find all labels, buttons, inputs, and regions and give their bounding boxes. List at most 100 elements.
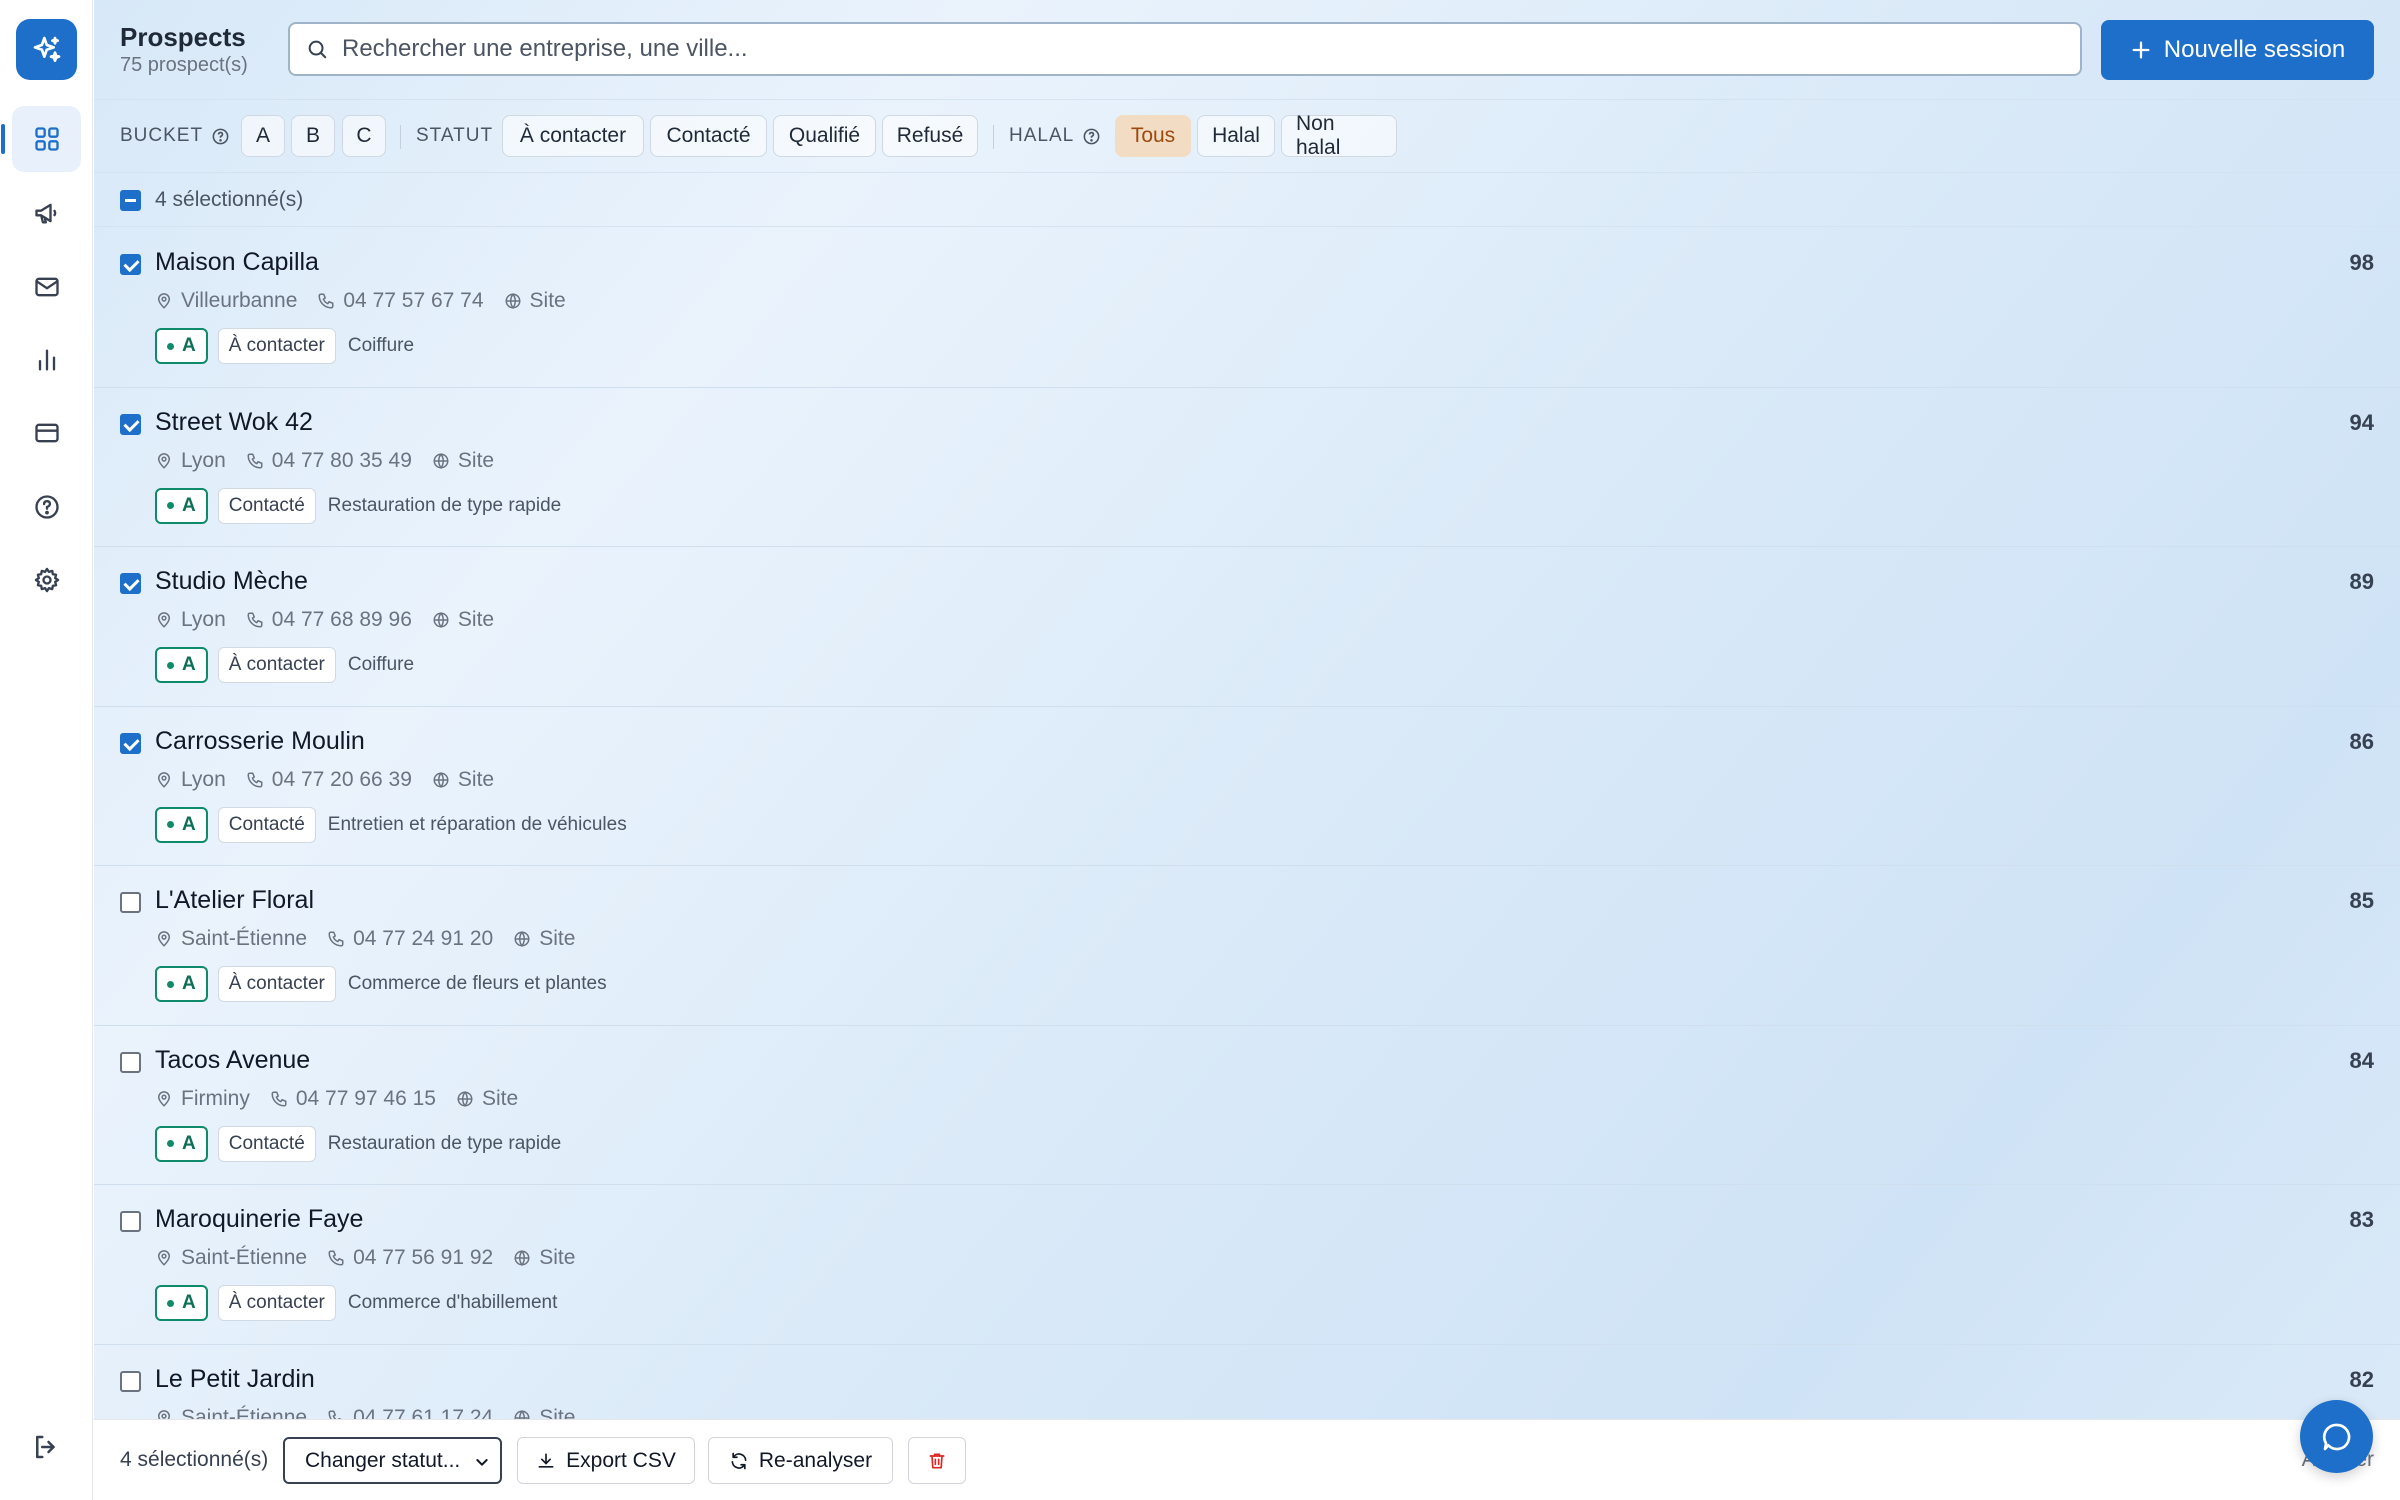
search-box[interactable] <box>288 22 2082 76</box>
nav-settings[interactable] <box>12 547 81 613</box>
help-icon[interactable] <box>1082 127 1101 146</box>
nav-analytics[interactable] <box>12 327 81 393</box>
chat-button[interactable] <box>2300 1400 2373 1473</box>
prospect-phone[interactable]: 04 77 57 67 74 <box>317 289 484 313</box>
prospect-meta: Lyon 04 77 68 89 96 Site <box>155 608 494 632</box>
city-text: Lyon <box>181 767 226 791</box>
select-all-checkbox[interactable] <box>120 190 141 211</box>
row-checkbox[interactable] <box>120 1370 141 1392</box>
row-checkbox[interactable] <box>120 573 141 594</box>
filter-bucket-b[interactable]: B <box>291 115 335 157</box>
prospect-phone[interactable]: 04 77 20 66 39 <box>246 768 412 792</box>
prospect-phone[interactable]: 04 77 68 89 96 <box>246 608 412 632</box>
filter-status-qualifie[interactable]: Qualifié <box>773 115 876 157</box>
category-label: Coiffure <box>347 335 415 356</box>
filter-halal-halal[interactable]: Halal <box>1197 115 1275 157</box>
prospect-city: Saint-Étienne <box>155 927 307 951</box>
nav-campaigns[interactable] <box>12 180 81 246</box>
prospect-name[interactable]: Maison Capilla <box>155 248 319 277</box>
row-checkbox[interactable] <box>120 732 141 754</box>
prospect-row[interactable]: Maroquinerie Faye 83 Saint-Étienne 04 77 56… <box>94 1185 2400 1345</box>
globe-icon <box>433 452 449 469</box>
filter-bucket-c[interactable]: C <box>342 115 386 157</box>
export-csv-button[interactable]: Export CSV <box>517 1437 695 1484</box>
prospect-name[interactable]: Maroquinerie Faye <box>155 1205 363 1234</box>
bucket-dot <box>167 1299 174 1307</box>
prospect-meta: Villeurbanne 04 77 57 67 74 Site <box>155 289 566 313</box>
reanalyze-label: Re-analyser <box>758 1448 873 1472</box>
new-session-button[interactable]: Nouvelle session <box>2101 20 2374 80</box>
nav-billing[interactable] <box>12 400 81 466</box>
status-change-select[interactable]: Changer statut... <box>283 1437 502 1484</box>
prospect-site-link[interactable]: Site <box>432 768 494 792</box>
prospect-phone[interactable]: 04 77 24 91 20 <box>327 927 493 951</box>
nav-help[interactable] <box>12 474 81 540</box>
logout-icon[interactable] <box>31 1432 61 1462</box>
app-logo[interactable] <box>16 19 77 80</box>
globe-icon <box>457 1090 473 1107</box>
row-checkbox[interactable] <box>120 892 141 913</box>
prospect-site-link[interactable]: Site <box>456 1087 518 1111</box>
prospect-name[interactable]: Street Wok 42 <box>155 408 313 437</box>
prospect-row[interactable]: Maison Capilla 98 Villeurbanne 04 77 57 67 … <box>94 228 2400 388</box>
delete-button[interactable] <box>908 1437 966 1484</box>
search-input[interactable] <box>342 35 2042 63</box>
prospect-row[interactable]: L'Atelier Floral 85 Saint-Étienne 04 77 24 … <box>94 866 2400 1026</box>
prospect-name[interactable]: L'Atelier Floral <box>155 886 314 915</box>
bucket-text: A <box>182 1292 196 1313</box>
filter-bucket-a[interactable]: A <box>241 115 285 157</box>
bulk-action-bar: 4 sélectionné(s) Changer statut... Expor… <box>94 1419 2400 1500</box>
megaphone-icon <box>34 203 56 224</box>
divider <box>993 125 994 149</box>
phone-text: 04 77 24 91 20 <box>353 927 494 950</box>
prospect-phone[interactable]: 04 77 56 91 92 <box>327 1246 493 1270</box>
prospect-tags: A Contacté Restauration de type rapide <box>155 1125 561 1162</box>
prospect-list: Maison Capilla 98 Villeurbanne 04 77 57 67 … <box>94 228 2400 1500</box>
prospect-tags: A À contacter Commerce de fleurs et plante… <box>155 966 607 1002</box>
help-icon[interactable] <box>211 127 230 146</box>
row-checkbox[interactable] <box>120 1051 141 1073</box>
prospect-site-link[interactable]: Site <box>432 449 494 473</box>
filter-status-contacte[interactable]: Contacté <box>650 115 767 157</box>
site-text: Site <box>539 1246 576 1269</box>
prospect-row[interactable]: Studio Mèche 89 Lyon 04 77 68 89 96 Site A À c… <box>94 547 2400 707</box>
bucket-dot <box>167 980 174 988</box>
nav-messages[interactable] <box>12 254 81 320</box>
bucket-dot <box>167 1140 174 1147</box>
status-badge: Contacté <box>217 487 316 524</box>
nav-dashboard[interactable] <box>1 106 81 172</box>
bucket-dot <box>167 502 174 509</box>
prospect-meta: Lyon 04 77 20 66 39 Site <box>155 768 494 792</box>
row-checkbox[interactable] <box>120 1211 141 1232</box>
filter-halal-tous[interactable]: Tous <box>1115 115 1191 157</box>
filter-status-a-contacter[interactable]: À contacter <box>502 115 644 157</box>
row-checkbox[interactable] <box>120 413 141 435</box>
prospect-row[interactable]: Street Wok 42 94 Lyon 04 77 80 35 49 Site A Co… <box>94 388 2400 547</box>
bucket-dot <box>167 661 174 669</box>
prospect-site-link[interactable]: Site <box>513 1246 575 1270</box>
prospect-row[interactable]: Tacos Avenue 84 Firminy 04 77 97 46 15 Site A… <box>94 1026 2400 1185</box>
reanalyze-button[interactable]: Re-analyser <box>708 1437 893 1484</box>
map-pin-icon <box>157 1090 171 1107</box>
prospect-name[interactable]: Le Petit Jardin <box>155 1365 315 1394</box>
prospect-name[interactable]: Tacos Avenue <box>155 1046 310 1075</box>
prospect-row[interactable]: Carrosserie Moulin 86 Lyon 04 77 20 66 39 Si… <box>94 707 2400 866</box>
row-checkbox[interactable] <box>120 254 141 275</box>
map-pin-icon <box>157 612 171 628</box>
filter-status-refuse[interactable]: Refusé <box>882 115 978 157</box>
prospect-meta: Saint-Étienne 04 77 56 91 92 Site <box>155 1246 575 1270</box>
city-text: Saint-Étienne <box>181 927 308 950</box>
prospect-name[interactable]: Studio Mèche <box>155 567 308 596</box>
prospect-phone[interactable]: 04 77 97 46 15 <box>270 1087 436 1111</box>
chevron-down-icon <box>476 1459 488 1466</box>
prospect-phone[interactable]: 04 77 80 35 49 <box>246 449 412 473</box>
prospect-site-link[interactable]: Site <box>504 289 566 313</box>
bar-chart-icon <box>38 349 55 371</box>
gear-icon <box>34 567 59 593</box>
prospect-score: 89 <box>2349 569 2374 594</box>
filter-halal-non-halal[interactable]: Non halal <box>1281 112 1397 159</box>
prospect-site-link[interactable]: Site <box>513 927 575 951</box>
prospect-site-link[interactable]: Site <box>432 608 494 632</box>
download-icon <box>538 1453 554 1468</box>
prospect-name[interactable]: Carrosserie Moulin <box>155 727 365 756</box>
